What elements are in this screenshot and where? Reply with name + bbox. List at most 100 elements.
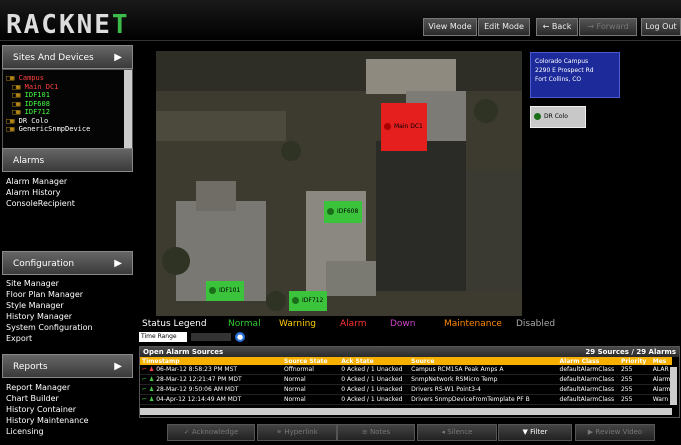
alarm-table: Timestamp Source State Ack State Source Alar… xyxy=(140,357,672,405)
table-cell: 0 Acked / 1 Unacked xyxy=(339,374,410,385)
legend-normal: Normal xyxy=(228,319,261,329)
check-icon: ✓ xyxy=(183,428,192,436)
tree-item-label: Main DC1 xyxy=(24,82,59,91)
alarm-bell-icon: ⌐ ♟ xyxy=(142,386,157,393)
menu-item-licensing[interactable]: Licensing xyxy=(6,426,89,437)
menu-item-history-container[interactable]: History Container xyxy=(6,404,89,415)
legend-title: Status Legend xyxy=(142,319,207,329)
time-range-controls[interactable] xyxy=(191,333,231,341)
time-range-select[interactable]: Time Range xyxy=(139,332,187,342)
menu-item-style-manager[interactable]: Style Manager xyxy=(6,300,93,311)
forward-button[interactable]: → Forward xyxy=(579,18,637,36)
filter-button[interactable]: ▼ Filter xyxy=(498,424,572,441)
table-cell: 255 xyxy=(618,365,651,375)
tree-item[interactable]: □▦ IDF712 xyxy=(6,108,132,117)
legend-down: Down xyxy=(390,319,416,329)
menu-item-site-manager[interactable]: Site Manager xyxy=(6,278,93,289)
menu-item-chart-builder[interactable]: Chart Builder xyxy=(6,393,89,404)
configuration-header[interactable]: Configuration ▶ xyxy=(2,251,133,275)
menu-item-console-recipient[interactable]: ConsoleRecipient xyxy=(6,198,75,209)
alarm-scrollbar-vertical[interactable] xyxy=(670,367,677,405)
clock-icon[interactable]: ● xyxy=(235,332,245,342)
menu-item-export[interactable]: Export xyxy=(6,333,93,344)
table-cell: Campus RCM15A Peak Amps A xyxy=(409,365,558,375)
reports-header[interactable]: Reports ▶ xyxy=(2,354,133,378)
table-cell: 255 xyxy=(618,394,651,405)
folder-icon: □▦ xyxy=(12,108,25,116)
column-header[interactable]: Mes xyxy=(650,357,672,365)
edit-mode-button[interactable]: Edit Mode xyxy=(478,18,530,36)
view-mode-button[interactable]: View Mode xyxy=(423,18,477,36)
legend-alarm: Alarm xyxy=(340,319,367,329)
menu-item-system-configuration[interactable]: System Configuration xyxy=(6,322,93,333)
timestamp-text: 28-Mar-12 12:21:47 PM MDT xyxy=(156,376,242,383)
hyperlink-button[interactable]: ⚭ Hyperlink xyxy=(257,424,337,441)
notes-button[interactable]: ≡ Notes xyxy=(337,424,415,441)
folder-icon: □▦ xyxy=(6,125,19,133)
tree-item-label: Campus xyxy=(18,74,44,82)
alarm-bell-icon: ⌐ ♟ xyxy=(142,396,157,403)
alarm-scrollbar-horizontal[interactable] xyxy=(140,408,672,415)
racknet-logo: RACKNET xyxy=(6,10,130,40)
menu-item-alarm-history[interactable]: Alarm History xyxy=(6,187,75,198)
table-cell: defaultAlarmClass xyxy=(557,394,619,405)
column-header[interactable]: Source State xyxy=(282,357,340,365)
timestamp-cell: ⌐ ♟ 06-Mar-12 8:58:23 PM MST xyxy=(140,365,282,375)
table-cell: Offnormal xyxy=(282,365,340,375)
sites-and-devices-header[interactable]: Sites And Devices ▶ xyxy=(2,45,133,69)
status-dot-icon xyxy=(327,208,334,215)
table-cell: defaultAlarmClass xyxy=(557,374,619,385)
table-row[interactable]: ⌐ ♟ 04-Apr-12 12:14:49 AM MDT Normal 0 Ack… xyxy=(140,394,672,405)
tree-item[interactable]: □▦ Main DC1 xyxy=(6,83,132,92)
menu-item-floor-plan-manager[interactable]: Floor Plan Manager xyxy=(6,289,93,300)
review-video-button[interactable]: ▶ Review Video xyxy=(575,424,655,441)
logout-button[interactable]: Log Out xyxy=(641,18,681,36)
tree-item[interactable]: □▦ Campus xyxy=(6,74,132,83)
main-dc1-node[interactable]: Main DC1 xyxy=(381,103,427,151)
silence-button[interactable]: ◂ Silence xyxy=(417,424,497,441)
alarm-panel-header: Open Alarm Sources 29 Sources / 29 Alarm… xyxy=(140,347,679,357)
alarm-bell-icon: ⌐ ♟ xyxy=(142,376,157,383)
tree-item[interactable]: □▦ IDF101 xyxy=(6,91,132,100)
folder-icon: □▦ xyxy=(12,99,25,108)
column-header[interactable]: Timestamp xyxy=(140,357,282,365)
folder-icon: □▦ xyxy=(6,116,19,125)
dr-colo-node[interactable]: DR Colo xyxy=(530,106,586,128)
menu-item-history-manager[interactable]: History Manager xyxy=(6,311,93,322)
tree-scrollbar[interactable] xyxy=(124,70,132,148)
status-dot-icon xyxy=(209,287,216,294)
menu-item-report-manager[interactable]: Report Manager xyxy=(6,382,89,393)
chevron-right-icon: ▶ xyxy=(114,258,122,269)
acknowledge-button[interactable]: ✓ Acknowledge xyxy=(167,424,255,441)
table-cell: Alarm xyxy=(650,384,672,395)
tree-item[interactable]: □▦ DR Colo xyxy=(6,117,132,126)
idf712-node[interactable]: IDF712 xyxy=(289,291,327,311)
tree-item[interactable]: □▦ IDF608 xyxy=(6,100,132,109)
table-cell: defaultAlarmClass xyxy=(557,365,619,375)
back-button[interactable]: ← Back xyxy=(536,18,578,36)
alarms-header[interactable]: Alarms xyxy=(2,148,133,172)
menu-item-history-maintenance[interactable]: History Maintenance xyxy=(6,415,89,426)
idf608-node[interactable]: IDF608 xyxy=(324,201,362,223)
column-header[interactable]: Source xyxy=(409,357,558,365)
tree-item-label: DR Colo xyxy=(18,116,49,125)
timestamp-cell: ⌐ ♟ 28-Mar-12 9:50:06 AM MDT xyxy=(140,384,282,395)
column-header[interactable]: Priority xyxy=(618,357,651,365)
table-row[interactable]: ⌐ ♟ 06-Mar-12 8:58:23 PM MST Offnormal 0 A… xyxy=(140,365,672,375)
timestamp-text: 28-Mar-12 9:50:06 AM MDT xyxy=(156,386,239,393)
tree-item-label: IDF712 xyxy=(24,108,50,116)
idf101-node[interactable]: IDF101 xyxy=(206,281,244,301)
filter-icon: ▼ xyxy=(522,428,531,436)
site-tree[interactable]: □▦ Campus □▦ Main DC1 □▦ IDF101 □▦ IDF608 □▦… xyxy=(2,69,133,149)
tree-item[interactable]: □▦ GenericSnmpDevice xyxy=(6,125,132,134)
menu-item-alarm-manager[interactable]: Alarm Manager xyxy=(6,176,75,187)
table-row[interactable]: ⌐ ♟ 28-Mar-12 12:21:47 PM MDT Normal 0 Ack… xyxy=(140,374,672,385)
alarm-console: Open Alarm Sources 29 Sources / 29 Alarm… xyxy=(139,346,680,418)
alarm-bell-icon: ⌐ ♟ xyxy=(142,366,157,373)
column-header[interactable]: Alarm Class xyxy=(557,357,619,365)
table-cell: 0 Acked / 1 Unacked xyxy=(339,384,410,395)
table-row[interactable]: ⌐ ♟ 28-Mar-12 9:50:06 AM MDT Normal 0 Acke… xyxy=(140,384,672,395)
status-dot-icon xyxy=(292,297,299,304)
column-header[interactable]: Ack State xyxy=(339,357,410,365)
legend-disabled: Disabled xyxy=(516,319,556,329)
